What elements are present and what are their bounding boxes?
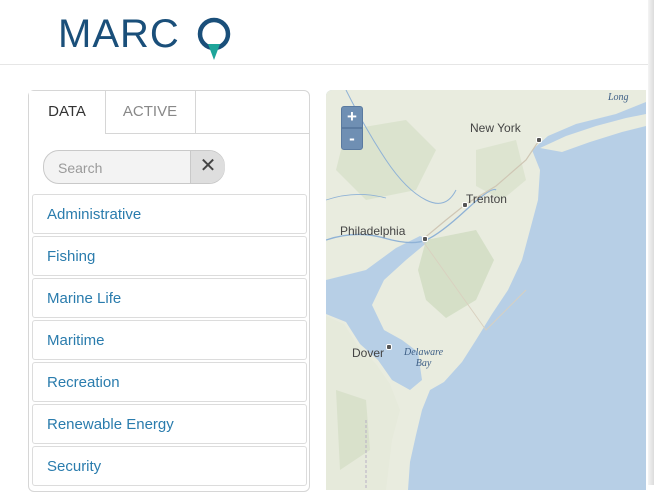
label-delaware-bay-line2: Bay <box>415 358 432 369</box>
city-dot <box>536 137 542 143</box>
tab-active[interactable]: ACTIVE <box>105 91 196 133</box>
logo-text: MARC <box>58 12 180 56</box>
search-box: ✕ <box>43 150 225 184</box>
panel-tabs: DATA ACTIVE <box>29 91 309 134</box>
close-icon[interactable]: ✕ <box>190 151 225 183</box>
map-basemap <box>326 90 646 490</box>
label-new-york: New York <box>470 121 521 135</box>
label-trenton: Trenton <box>466 192 507 206</box>
category-maritime[interactable]: Maritime <box>32 320 307 360</box>
layer-panel: DATA ACTIVE ✕ Administrative Fishing Mar… <box>28 90 310 492</box>
zoom-in-button[interactable]: + <box>341 106 363 128</box>
city-dot <box>462 202 468 208</box>
category-renewable-energy[interactable]: Renewable Energy <box>32 404 307 444</box>
city-dot <box>422 236 428 242</box>
zoom-out-button[interactable]: - <box>341 128 363 150</box>
category-list: Administrative Fishing Marine Life Marit… <box>32 194 307 488</box>
map-pin-icon <box>197 17 231 60</box>
category-security[interactable]: Security <box>32 446 307 486</box>
search-input[interactable] <box>56 157 180 179</box>
category-administrative[interactable]: Administrative <box>32 194 307 234</box>
label-philadelphia: Philadelphia <box>340 224 406 238</box>
category-marine-life[interactable]: Marine Life <box>32 278 307 318</box>
city-dot <box>386 344 392 350</box>
category-recreation[interactable]: Recreation <box>32 362 307 402</box>
marco-logo[interactable]: MARC <box>58 12 180 56</box>
app-header: MARC <box>0 0 654 65</box>
window-edge <box>648 0 654 485</box>
category-fishing[interactable]: Fishing <box>32 236 307 276</box>
label-long-island: Long <box>608 92 629 103</box>
label-delaware-bay-line1: Delaware <box>404 347 444 358</box>
tab-data[interactable]: DATA <box>29 91 106 134</box>
map-view[interactable]: + - New York Trenton Philadelphia Dover … <box>326 90 646 490</box>
label-dover: Dover <box>352 346 385 360</box>
label-delaware-bay: Delaware Bay <box>404 347 443 369</box>
